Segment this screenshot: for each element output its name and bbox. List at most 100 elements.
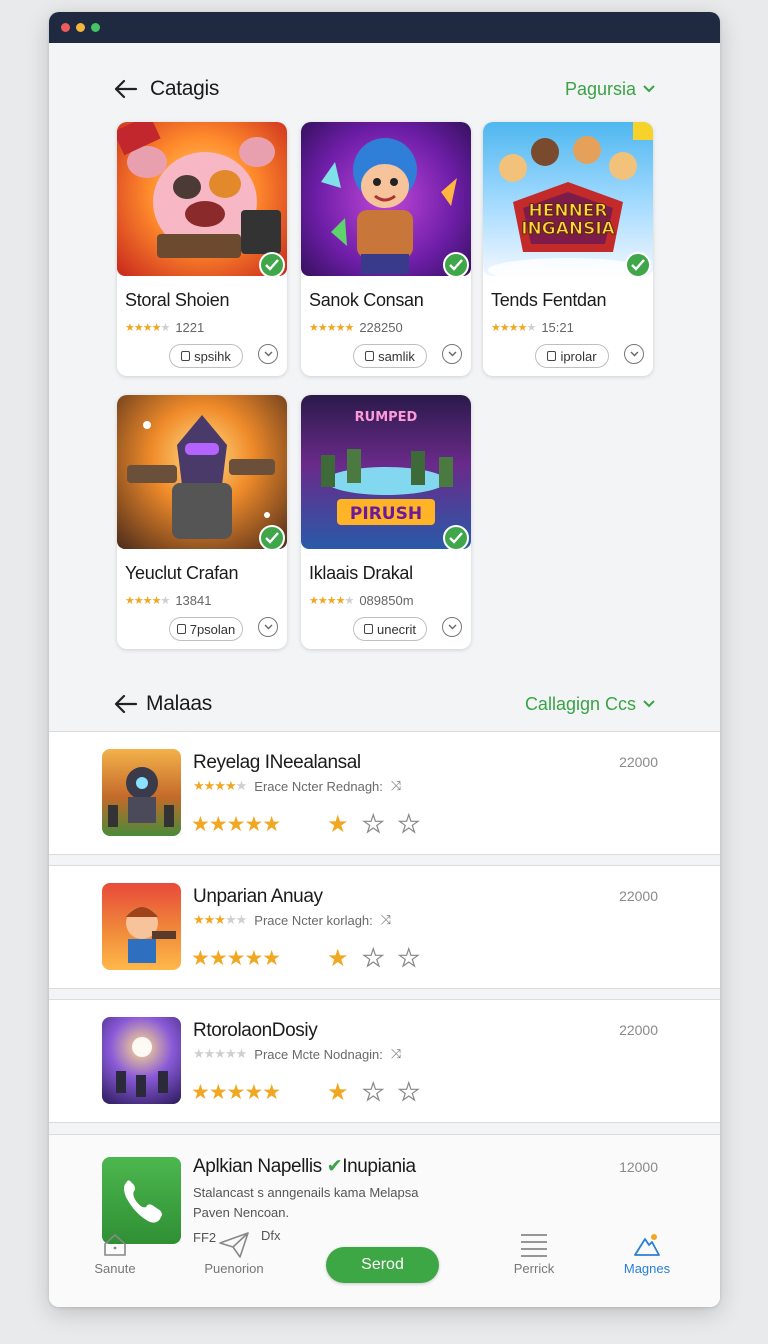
section-title: Malaas — [146, 692, 212, 715]
app-subtitle: ★★★★★ Erace Ncter Rednagh: ⤨ — [193, 778, 401, 794]
app-action-button[interactable]: spsihk — [169, 344, 243, 368]
app-window: Catagis Pagursia Storal Shoien ★★★★★ 1221… — [49, 12, 720, 1307]
app-subtitle-text: Prace Mcte Nodnagin: — [254, 1046, 383, 1062]
app-tag: Inupiania — [342, 1156, 416, 1177]
rate-stars[interactable]: ★ ★ ★ — [327, 810, 420, 839]
app-card[interactable]: Sanok Consan ★★★★★ 228250 samlik — [301, 122, 471, 376]
nav-magnes[interactable]: Magnes — [607, 1229, 687, 1276]
app-name: Sanok Consan — [309, 290, 424, 310]
maximize-dot[interactable] — [91, 23, 100, 32]
list-filter-dropdown[interactable]: Callagign Ccs — [525, 694, 656, 715]
nav-home[interactable]: Sanute — [75, 1229, 155, 1276]
send-plane-icon — [219, 1232, 249, 1258]
list-section-header: Malaas Callagign Ccs — [49, 684, 720, 724]
app-icon — [102, 883, 181, 970]
app-thumbnail — [117, 122, 287, 276]
square-icon — [365, 351, 375, 361]
rating-count: 15:21 — [541, 320, 574, 335]
send-button[interactable]: Serod — [326, 1247, 439, 1283]
app-name: Tends Fentdan — [491, 290, 607, 310]
expand-chevron-icon[interactable] — [258, 617, 278, 637]
app-subtitle: ★★★★★ Prace Ncter korlagh: ⤨ — [193, 912, 391, 928]
star-filled-icon[interactable]: ★ — [327, 944, 349, 973]
app-name: Storal Shoien — [125, 290, 230, 310]
expand-chevron-icon[interactable] — [258, 344, 278, 364]
app-card[interactable]: Storal Shoien ★★★★★ 1221 spsihk — [117, 122, 287, 376]
svg-text:PIRUSH: PIRUSH — [350, 504, 422, 524]
app-rating: ★★★★★ 089850m — [309, 593, 414, 608]
section-title: Catagis — [150, 77, 220, 100]
nav-home-label: Sanute — [94, 1261, 136, 1276]
minimize-dot[interactable] — [76, 23, 85, 32]
top-section-header: Catagis Pagursia — [49, 69, 720, 109]
bottom-navigation: Sanute Puenorion Serod Perrick Magnes — [49, 1217, 720, 1307]
star-empty-icon[interactable]: ★ — [362, 810, 385, 839]
back-arrow-icon[interactable] — [113, 691, 139, 717]
app-icon — [102, 1017, 181, 1104]
nav-list[interactable]: Perrick — [494, 1229, 574, 1276]
list-item[interactable]: RtorolaonDosiy ★★★★★ Prace Mcte Nodnagin:… — [49, 999, 720, 1123]
rating-stars-icon: ★★★★★ — [309, 322, 354, 334]
back-arrow-icon[interactable] — [113, 76, 139, 102]
installed-check-icon — [443, 252, 469, 278]
list-item[interactable]: Unparian Anuay ★★★★★ Prace Ncter korlagh:… — [49, 865, 720, 989]
rate-stars[interactable]: ★ ★ ★ — [327, 944, 420, 973]
star-empty-icon[interactable]: ★ — [397, 810, 420, 839]
app-card[interactable]: PIRUSH RUMPED Iklaais Drakal ★★★★★ 089850… — [301, 395, 471, 649]
installed-check-icon — [443, 525, 469, 551]
app-thumbnail — [301, 122, 471, 276]
app-action-button[interactable]: 7psolan — [169, 617, 243, 641]
app-price: 12000 — [619, 1159, 658, 1175]
category-filter-dropdown[interactable]: Pagursia — [565, 79, 656, 100]
square-icon — [547, 351, 557, 361]
star-empty-icon[interactable]: ★ — [362, 944, 385, 973]
app-action-button[interactable]: samlik — [353, 344, 427, 368]
app-action-label: iprolar — [560, 348, 597, 364]
star-filled-icon[interactable]: ★ — [327, 1078, 349, 1107]
list-icon — [521, 1234, 547, 1257]
star-empty-icon[interactable]: ★ — [397, 944, 420, 973]
app-subtitle-text: Erace Ncter Rednagh: — [254, 778, 383, 794]
expand-chevron-icon[interactable] — [624, 344, 644, 364]
mountain-icon — [634, 1234, 660, 1256]
rating-stars-icon: ★★★★★ — [193, 1046, 247, 1061]
square-icon — [176, 624, 186, 634]
app-rating: ★★★★★ 1221 — [125, 320, 204, 335]
chevron-down-icon — [643, 700, 655, 708]
star-empty-icon[interactable]: ★ — [397, 1078, 420, 1107]
category-filter-label: Pagursia — [564, 78, 636, 99]
installed-check-icon — [259, 525, 285, 551]
app-name: Reyelag INeealansal — [193, 752, 361, 773]
description-line: Stalancast s anngenails kama Melapsa — [193, 1185, 419, 1200]
title-bar — [49, 12, 720, 43]
rating-count: 1221 — [175, 320, 205, 335]
list-item[interactable]: Reyelag INeealansal ★★★★★ Erace Ncter Red… — [49, 731, 720, 855]
rating-stars-icon: ★★★★★ — [125, 595, 170, 607]
app-price: 22000 — [619, 1022, 658, 1038]
app-thumbnail: HENNER INGANSIA — [483, 122, 653, 276]
rating-stars-icon: ★★★★★ — [191, 947, 281, 970]
nav-list-label: Perrick — [513, 1261, 555, 1276]
verified-check-icon: ✔ — [326, 1156, 343, 1177]
star-filled-icon[interactable]: ★ — [327, 810, 349, 839]
app-name: Unparian Anuay — [193, 886, 323, 907]
app-name: Aplkian Napellis ✔Inupiania — [193, 1155, 416, 1178]
expand-chevron-icon[interactable] — [442, 344, 462, 364]
rating-stars-icon: ★★★★★ — [191, 1081, 281, 1104]
close-dot[interactable] — [61, 23, 70, 32]
expand-chevron-icon[interactable] — [442, 617, 462, 637]
rating-stars-icon: ★★★★★ — [193, 912, 247, 927]
star-empty-icon[interactable]: ★ — [362, 1078, 385, 1107]
app-name: Yeuclut Crafan — [125, 563, 239, 583]
shuffle-icon: ⤨ — [390, 778, 402, 793]
app-action-button[interactable]: unecrit — [353, 617, 427, 641]
app-card[interactable]: HENNER INGANSIA Tends Fentdan ★★★★★ 15:21… — [483, 122, 653, 376]
rating-count: 089850m — [359, 593, 414, 608]
rate-stars[interactable]: ★ ★ ★ — [327, 1078, 420, 1107]
app-action-label: samlik — [378, 348, 415, 364]
rating-stars-icon: ★★★★★ — [491, 322, 536, 334]
app-action-button[interactable]: iprolar — [535, 344, 609, 368]
app-card[interactable]: Yeuclut Crafan ★★★★★ 13841 7psolan — [117, 395, 287, 649]
nav-promotion[interactable]: Puenorion — [194, 1229, 274, 1276]
rating-count: 228250 — [359, 320, 403, 335]
